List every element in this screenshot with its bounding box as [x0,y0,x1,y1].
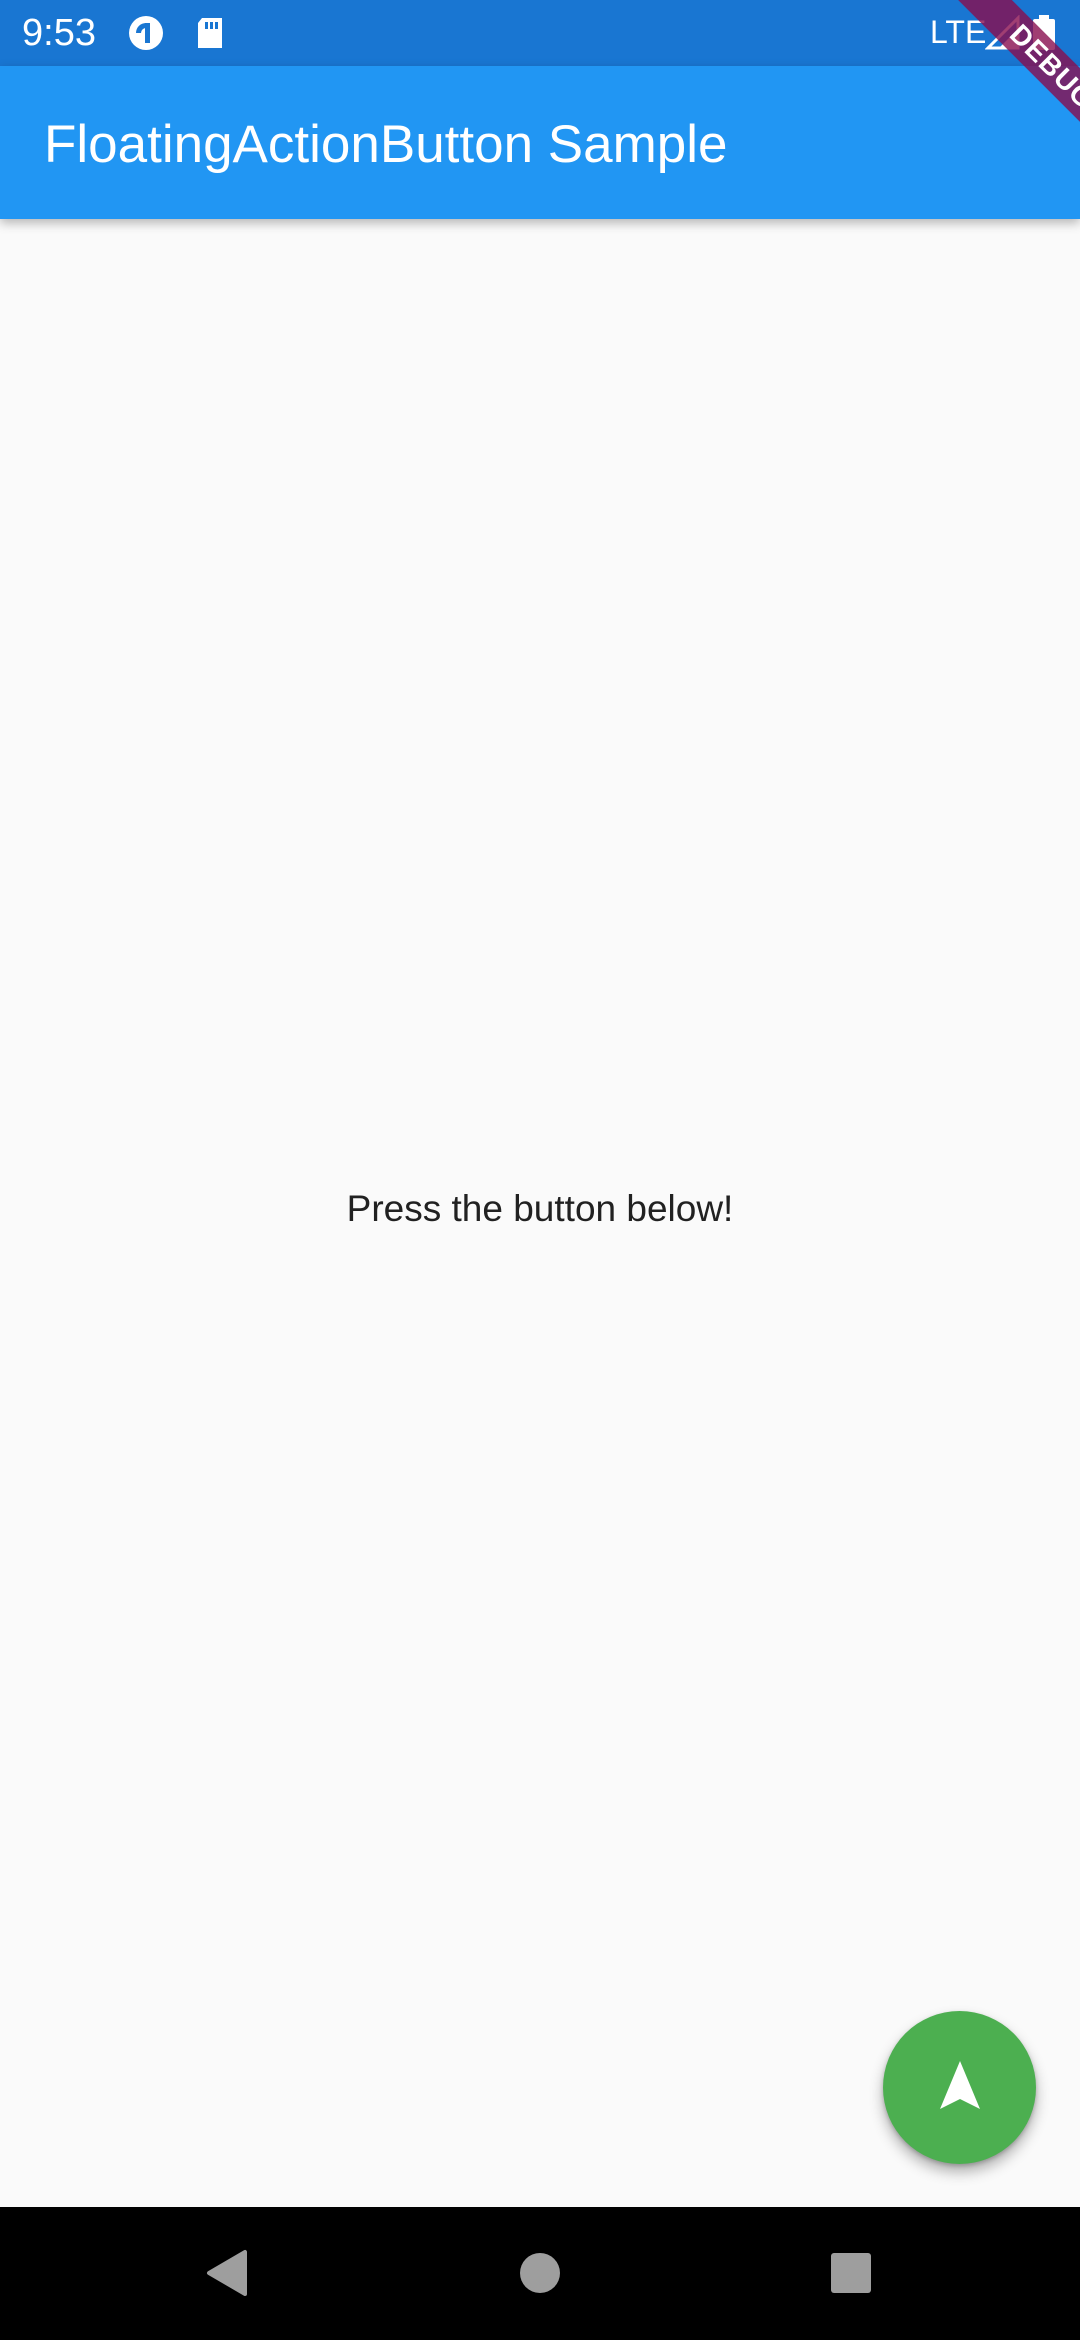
app-bar: FloatingActionButton Sample [0,66,1080,219]
recents-button[interactable] [821,2245,881,2305]
pocket-casts-icon [128,15,164,51]
home-button[interactable] [510,2245,570,2305]
signal-icon [984,14,1021,51]
app-screen: 9:53 LTE FloatingActionButton Sample DEB… [0,0,1080,2340]
recents-icon [829,2251,873,2300]
home-icon [518,2251,562,2300]
body-message: Press the button below! [346,1188,734,1229]
battery-icon [1032,15,1056,51]
network-type: LTE [930,14,987,50]
sd-card-icon [192,15,228,51]
navigation-icon [930,2055,990,2120]
back-button[interactable] [196,2245,256,2305]
status-bar: 9:53 LTE [0,0,1080,66]
app-title: FloatingActionButton Sample [44,115,728,174]
floating-action-button[interactable] [883,2011,1036,2164]
system-nav-bar [0,2207,1080,2340]
status-time: 9:53 [22,12,96,54]
back-icon [201,2248,251,2303]
